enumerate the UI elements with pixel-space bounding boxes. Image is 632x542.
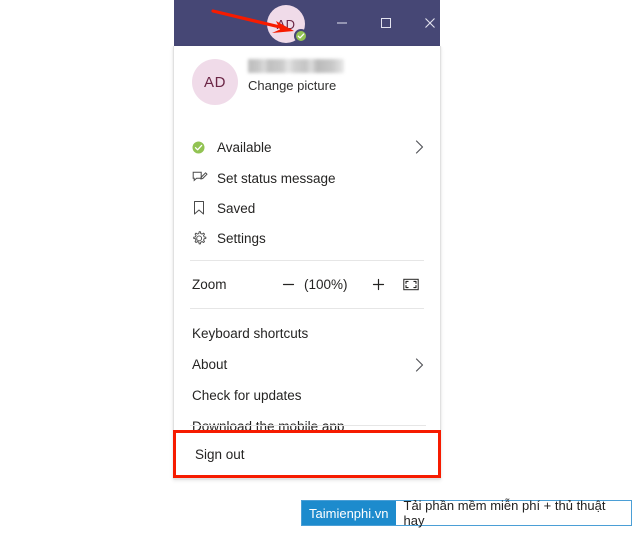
- watermark-text: Tải phần mềm miễn phí + thủ thuật hay: [395, 498, 631, 528]
- maximize-icon[interactable]: [364, 0, 408, 46]
- minimize-icon[interactable]: [320, 0, 364, 46]
- menu-item-label: Set status message: [217, 170, 336, 186]
- menu-item-label: Available: [217, 139, 272, 155]
- menu-item-sign-out[interactable]: Sign out: [173, 430, 441, 478]
- zoom-out-button[interactable]: [277, 273, 299, 295]
- change-picture-link[interactable]: Change picture: [248, 78, 336, 93]
- profile-section: AD Change picture: [174, 46, 440, 126]
- watermark-brand: Taimienphi.vn: [302, 501, 396, 525]
- menu-item-keyboard-shortcuts[interactable]: Keyboard shortcuts: [174, 318, 440, 349]
- status-menu-group: Available Set status message Saved Setti…: [174, 126, 440, 253]
- menu-item-available[interactable]: Available: [174, 132, 440, 162]
- zoom-in-button[interactable]: [367, 273, 389, 295]
- menu-item-about[interactable]: About: [174, 349, 440, 380]
- divider: [190, 260, 424, 261]
- close-icon[interactable]: [408, 0, 452, 46]
- menu-item-label: Check for updates: [192, 388, 302, 403]
- menu-item-label: Settings: [217, 230, 266, 246]
- account-dropdown-panel: AD Change picture Available Set status m…: [173, 46, 441, 479]
- profile-avatar-initials: AD: [203, 73, 227, 91]
- chevron-right-icon[interactable]: [415, 357, 424, 372]
- menu-item-label: Sign out: [195, 446, 245, 462]
- divider: [190, 308, 424, 309]
- menu-item-check-for-updates[interactable]: Check for updates: [174, 380, 440, 411]
- divider: [190, 425, 426, 426]
- zoom-label: Zoom: [192, 276, 227, 292]
- zoom-level-value: (100%): [304, 276, 348, 292]
- presence-available-icon: [192, 141, 214, 154]
- watermark: Taimienphi.vn Tải phần mềm miễn phí + th…: [301, 498, 632, 528]
- profile-name-redacted: [248, 59, 344, 73]
- menu-item-saved[interactable]: Saved: [174, 193, 440, 223]
- app-title-bar: AD: [174, 0, 440, 46]
- menu-item-label: About: [192, 357, 228, 372]
- menu-item-settings[interactable]: Settings: [174, 223, 440, 253]
- menu-item-label: Saved: [217, 200, 256, 216]
- menu-item-set-status-message[interactable]: Set status message: [174, 163, 440, 193]
- chevron-right-icon[interactable]: [415, 140, 424, 154]
- zoom-control-row: Zoom (100%): [174, 267, 440, 301]
- links-menu-group: Keyboard shortcuts About Check for updat…: [174, 315, 440, 442]
- status-message-icon: [192, 170, 214, 186]
- profile-avatar[interactable]: AD: [192, 59, 238, 105]
- presence-available-icon: [294, 29, 308, 43]
- gear-icon: [192, 230, 214, 246]
- avatar-initials: AD: [276, 16, 296, 32]
- menu-item-label: Keyboard shortcuts: [192, 326, 309, 341]
- bookmark-icon: [192, 200, 214, 216]
- fullscreen-icon[interactable]: [400, 273, 422, 295]
